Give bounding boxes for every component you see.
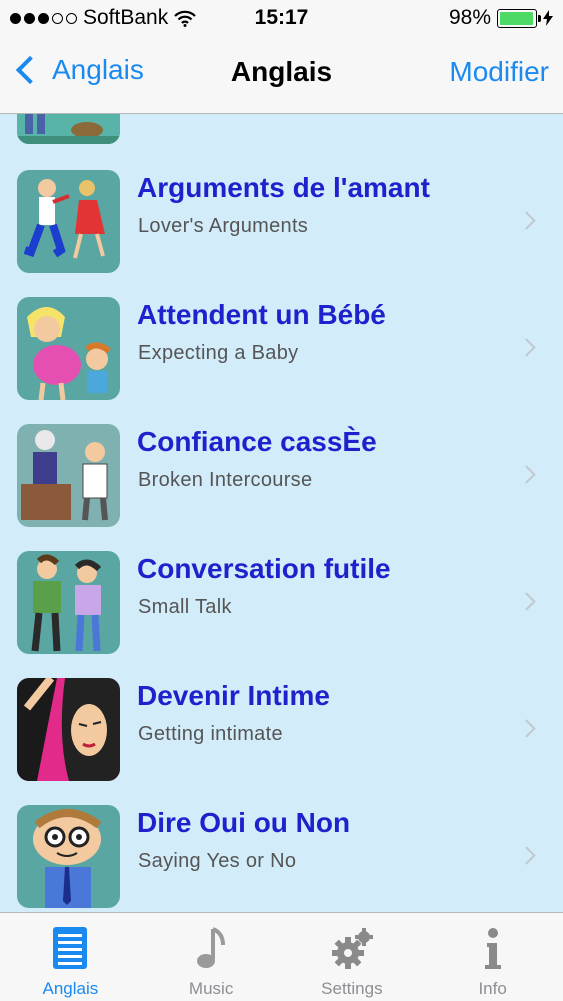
lesson-subtitle: Expecting a Baby [138,342,299,364]
lesson-thumbnail [17,297,120,400]
lesson-subtitle: Lover's Arguments [138,215,309,237]
music-note-icon [197,927,226,968]
list-item[interactable]: Devenir Intime Getting intimate [0,678,563,805]
edit-button[interactable]: Modifier [449,56,549,88]
partial-thumbnail [17,114,120,144]
chevron-right-icon [517,592,536,611]
list-item[interactable]: Dire Oui ou Non Saying Yes or No [0,805,563,912]
info-icon [484,928,501,969]
battery-percent: 98% [448,6,491,29]
list-item[interactable]: Arguments de l'amant Lover's Arguments [0,170,563,297]
chevron-right-icon [517,338,536,357]
lesson-title: Confiance cassÈe [137,426,377,457]
tab-info[interactable]: Info [422,913,563,1001]
status-bar: SoftBank 15:17 98% [0,0,563,36]
list-item[interactable]: Attendent un Bébé Expecting a Baby [0,297,563,424]
list-item[interactable]: Conversation futile Small Talk [0,551,563,678]
lesson-subtitle: Broken Intercourse [138,469,313,491]
charging-bolt-icon [543,10,553,26]
battery-icon [497,8,541,28]
chevron-right-icon [517,211,536,230]
lesson-subtitle: Getting intimate [138,723,283,745]
lesson-thumbnail [17,678,120,781]
chevron-right-icon [517,465,536,484]
navigation-bar: Anglais Anglais Modifier [0,36,563,114]
tab-label: Settings [321,979,383,998]
lesson-thumbnail [17,805,120,908]
lesson-thumbnail [17,170,120,273]
battery-area: 98% [449,6,553,30]
gear-icon [331,928,373,969]
lesson-title: Attendent un Bébé [137,299,386,330]
lesson-title: Conversation futile [137,553,391,584]
lesson-title: Dire Oui ou Non [137,807,351,838]
tab-label: Anglais [42,979,99,998]
lesson-title: Arguments de l'amant [137,172,430,203]
list-item[interactable]: Confiance cassÈe Broken Intercourse [0,424,563,551]
lesson-thumbnail [17,551,120,654]
tab-settings[interactable]: Settings [282,913,423,1001]
lesson-subtitle: Saying Yes or No [138,850,297,872]
lesson-subtitle: Small Talk [138,596,232,618]
lesson-thumbnail [17,424,120,527]
tab-label: Music [188,979,234,998]
list-icon [53,927,88,969]
chevron-right-icon [517,846,536,865]
lesson-list[interactable]: Arguments de l'amant Lover's Arguments A… [0,114,563,912]
chevron-right-icon [517,719,536,738]
tab-anglais[interactable]: Anglais [0,913,141,1001]
lesson-title: Devenir Intime [137,680,330,711]
tab-bar: Anglais Music Settings Info [0,912,563,1001]
tab-music[interactable]: Music [141,913,282,1001]
tab-label: Info [478,979,507,998]
